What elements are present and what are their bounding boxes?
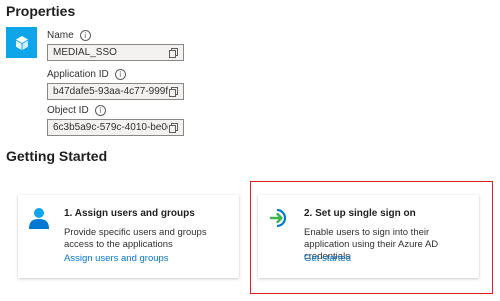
assign-users-description: Provide specific users and groups access… (64, 227, 207, 250)
object-id-value: 6c3b5a9c-579c-4010-be0c-... (53, 122, 168, 133)
copy-icon[interactable] (168, 47, 180, 59)
user-icon (29, 208, 49, 229)
getting-started-heading: Getting Started (6, 148, 108, 164)
copy-icon[interactable] (168, 122, 180, 134)
application-id-value-box[interactable]: b47dafe5-93aa-4c77-999f-3... (47, 83, 184, 100)
info-icon[interactable]: i (94, 104, 106, 116)
object-id-field: Object ID i 6c3b5a9c-579c-4010-be0c-... (47, 104, 184, 136)
assign-users-card: 1. Assign users and groups Provide speci… (18, 195, 239, 278)
assign-users-link[interactable]: Assign users and groups (64, 253, 169, 264)
highlight-box (250, 181, 493, 294)
application-id-field: Application ID i b47dafe5-93aa-4c77-999f… (47, 68, 184, 100)
app-cube-icon (6, 27, 37, 58)
info-icon[interactable]: i (114, 68, 126, 80)
name-label: Name (47, 29, 74, 41)
object-id-value-box[interactable]: 6c3b5a9c-579c-4010-be0c-... (47, 119, 184, 136)
info-icon[interactable]: i (79, 29, 91, 41)
application-id-label: Application ID (47, 68, 109, 80)
application-id-value: b47dafe5-93aa-4c77-999f-3... (53, 86, 168, 97)
object-id-label: Object ID (47, 104, 89, 116)
assign-users-title: 1. Assign users and groups (64, 208, 195, 219)
name-field: Name i MEDIAL_SSO (47, 29, 184, 61)
properties-heading: Properties (6, 3, 76, 19)
copy-icon[interactable] (168, 86, 180, 98)
name-value-box[interactable]: MEDIAL_SSO (47, 44, 184, 61)
name-value: MEDIAL_SSO (53, 47, 117, 58)
